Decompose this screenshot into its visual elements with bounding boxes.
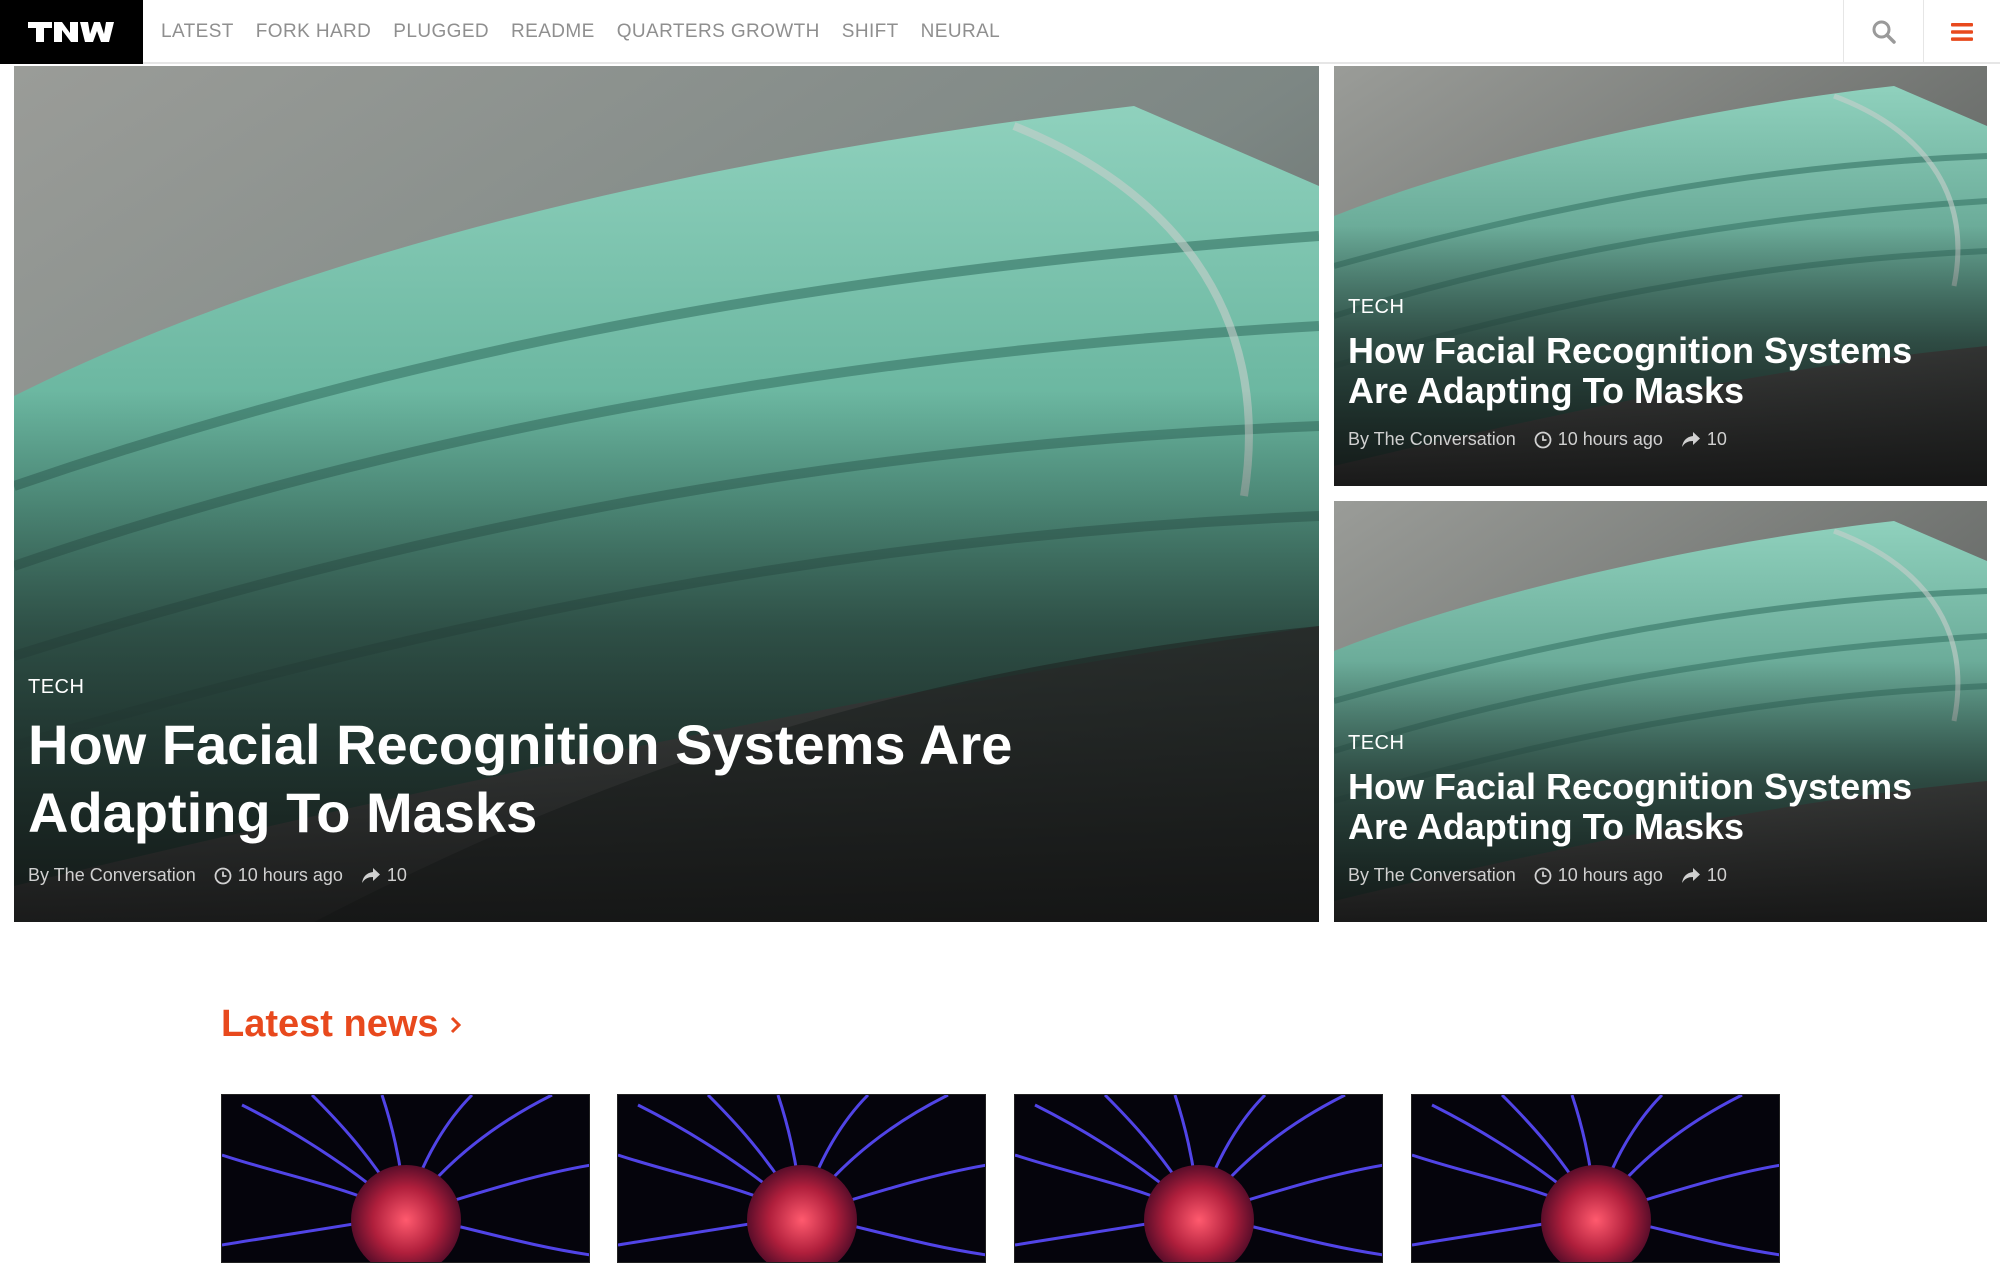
plasma-ball-image bbox=[1412, 1095, 1779, 1262]
clock-icon bbox=[1534, 867, 1552, 884]
share-count-text: 10 bbox=[1706, 865, 1727, 885]
latest-news-heading-link[interactable]: Latest news bbox=[221, 1003, 463, 1046]
latest-news-thumbnail[interactable] bbox=[1014, 1094, 1383, 1263]
share-count-text: 10 bbox=[386, 865, 407, 885]
hero-side-content: TECH How Facial Recognition Systems Are … bbox=[1348, 296, 1973, 450]
latest-news-title: Latest news bbox=[221, 1003, 439, 1045]
menu-button[interactable] bbox=[1923, 0, 2000, 64]
search-icon bbox=[1872, 20, 1896, 44]
plasma-ball-image bbox=[618, 1095, 985, 1262]
top-navigation-bar: LATEST FORK HARD PLUGGED README QUARTERS… bbox=[0, 0, 2000, 64]
article-meta: By The Conversation 10 hours ago 10 bbox=[1348, 865, 1973, 886]
hero-side-article[interactable]: TECH How Facial Recognition Systems Are … bbox=[1334, 501, 1987, 922]
latest-news-thumbnail[interactable] bbox=[617, 1094, 986, 1263]
clock-icon bbox=[1534, 431, 1552, 448]
clock-icon bbox=[214, 867, 232, 884]
latest-news-thumbnail[interactable] bbox=[1411, 1094, 1780, 1263]
share-icon bbox=[361, 867, 380, 883]
plasma-ball-image bbox=[222, 1095, 589, 1262]
chevron-right-icon bbox=[450, 1016, 461, 1033]
category-tag[interactable]: TECH bbox=[1348, 732, 1973, 755]
share-icon bbox=[1681, 867, 1700, 883]
hero-side-content: TECH How Facial Recognition Systems Are … bbox=[1348, 732, 1973, 886]
timestamp: 10 hours ago bbox=[214, 865, 343, 886]
timestamp-text: 10 hours ago bbox=[1557, 865, 1663, 885]
nav-item-fork-hard[interactable]: FORK HARD bbox=[245, 0, 383, 64]
author[interactable]: By The Conversation bbox=[28, 865, 196, 886]
share-count[interactable]: 10 bbox=[1681, 429, 1727, 450]
share-count[interactable]: 10 bbox=[1681, 865, 1727, 886]
search-button[interactable] bbox=[1843, 0, 1923, 64]
timestamp-text: 10 hours ago bbox=[237, 865, 343, 885]
timestamp: 10 hours ago bbox=[1534, 429, 1663, 450]
hero-main-content: TECH How Facial Recognition Systems Are … bbox=[28, 676, 1305, 886]
category-tag[interactable]: TECH bbox=[28, 676, 1305, 699]
nav-item-readme[interactable]: README bbox=[500, 0, 606, 64]
category-tag[interactable]: TECH bbox=[1348, 296, 1973, 319]
nav-item-quarters-growth[interactable]: QUARTERS GROWTH bbox=[606, 0, 831, 64]
hero-side-article[interactable]: TECH How Facial Recognition Systems Are … bbox=[1334, 66, 1987, 486]
author[interactable]: By The Conversation bbox=[1348, 429, 1516, 450]
hero-main-article[interactable]: TECH How Facial Recognition Systems Are … bbox=[14, 66, 1319, 922]
nav-item-shift[interactable]: SHIFT bbox=[831, 0, 910, 64]
timestamp: 10 hours ago bbox=[1534, 865, 1663, 886]
share-count-text: 10 bbox=[1706, 429, 1727, 449]
hamburger-menu-icon bbox=[1951, 23, 1973, 41]
latest-news-thumbnail[interactable] bbox=[221, 1094, 590, 1263]
tnw-logo-mark bbox=[27, 22, 114, 42]
tnw-logo[interactable] bbox=[0, 0, 143, 64]
nav-item-neural[interactable]: NEURAL bbox=[910, 0, 1011, 64]
article-meta: By The Conversation 10 hours ago 10 bbox=[1348, 429, 1973, 450]
article-title[interactable]: How Facial Recognition Systems Are Adapt… bbox=[28, 711, 1128, 847]
share-icon bbox=[1681, 431, 1700, 447]
article-title[interactable]: How Facial Recognition Systems Are Adapt… bbox=[1348, 767, 1973, 847]
share-count[interactable]: 10 bbox=[361, 865, 407, 886]
main-nav: LATEST FORK HARD PLUGGED README QUARTERS… bbox=[150, 0, 1011, 64]
timestamp-text: 10 hours ago bbox=[1557, 429, 1663, 449]
author[interactable]: By The Conversation bbox=[1348, 865, 1516, 886]
article-title[interactable]: How Facial Recognition Systems Are Adapt… bbox=[1348, 331, 1973, 411]
nav-item-plugged[interactable]: PLUGGED bbox=[382, 0, 500, 64]
plasma-ball-image bbox=[1015, 1095, 1382, 1262]
nav-item-latest[interactable]: LATEST bbox=[150, 0, 245, 64]
article-meta: By The Conversation 10 hours ago 10 bbox=[28, 865, 1305, 886]
